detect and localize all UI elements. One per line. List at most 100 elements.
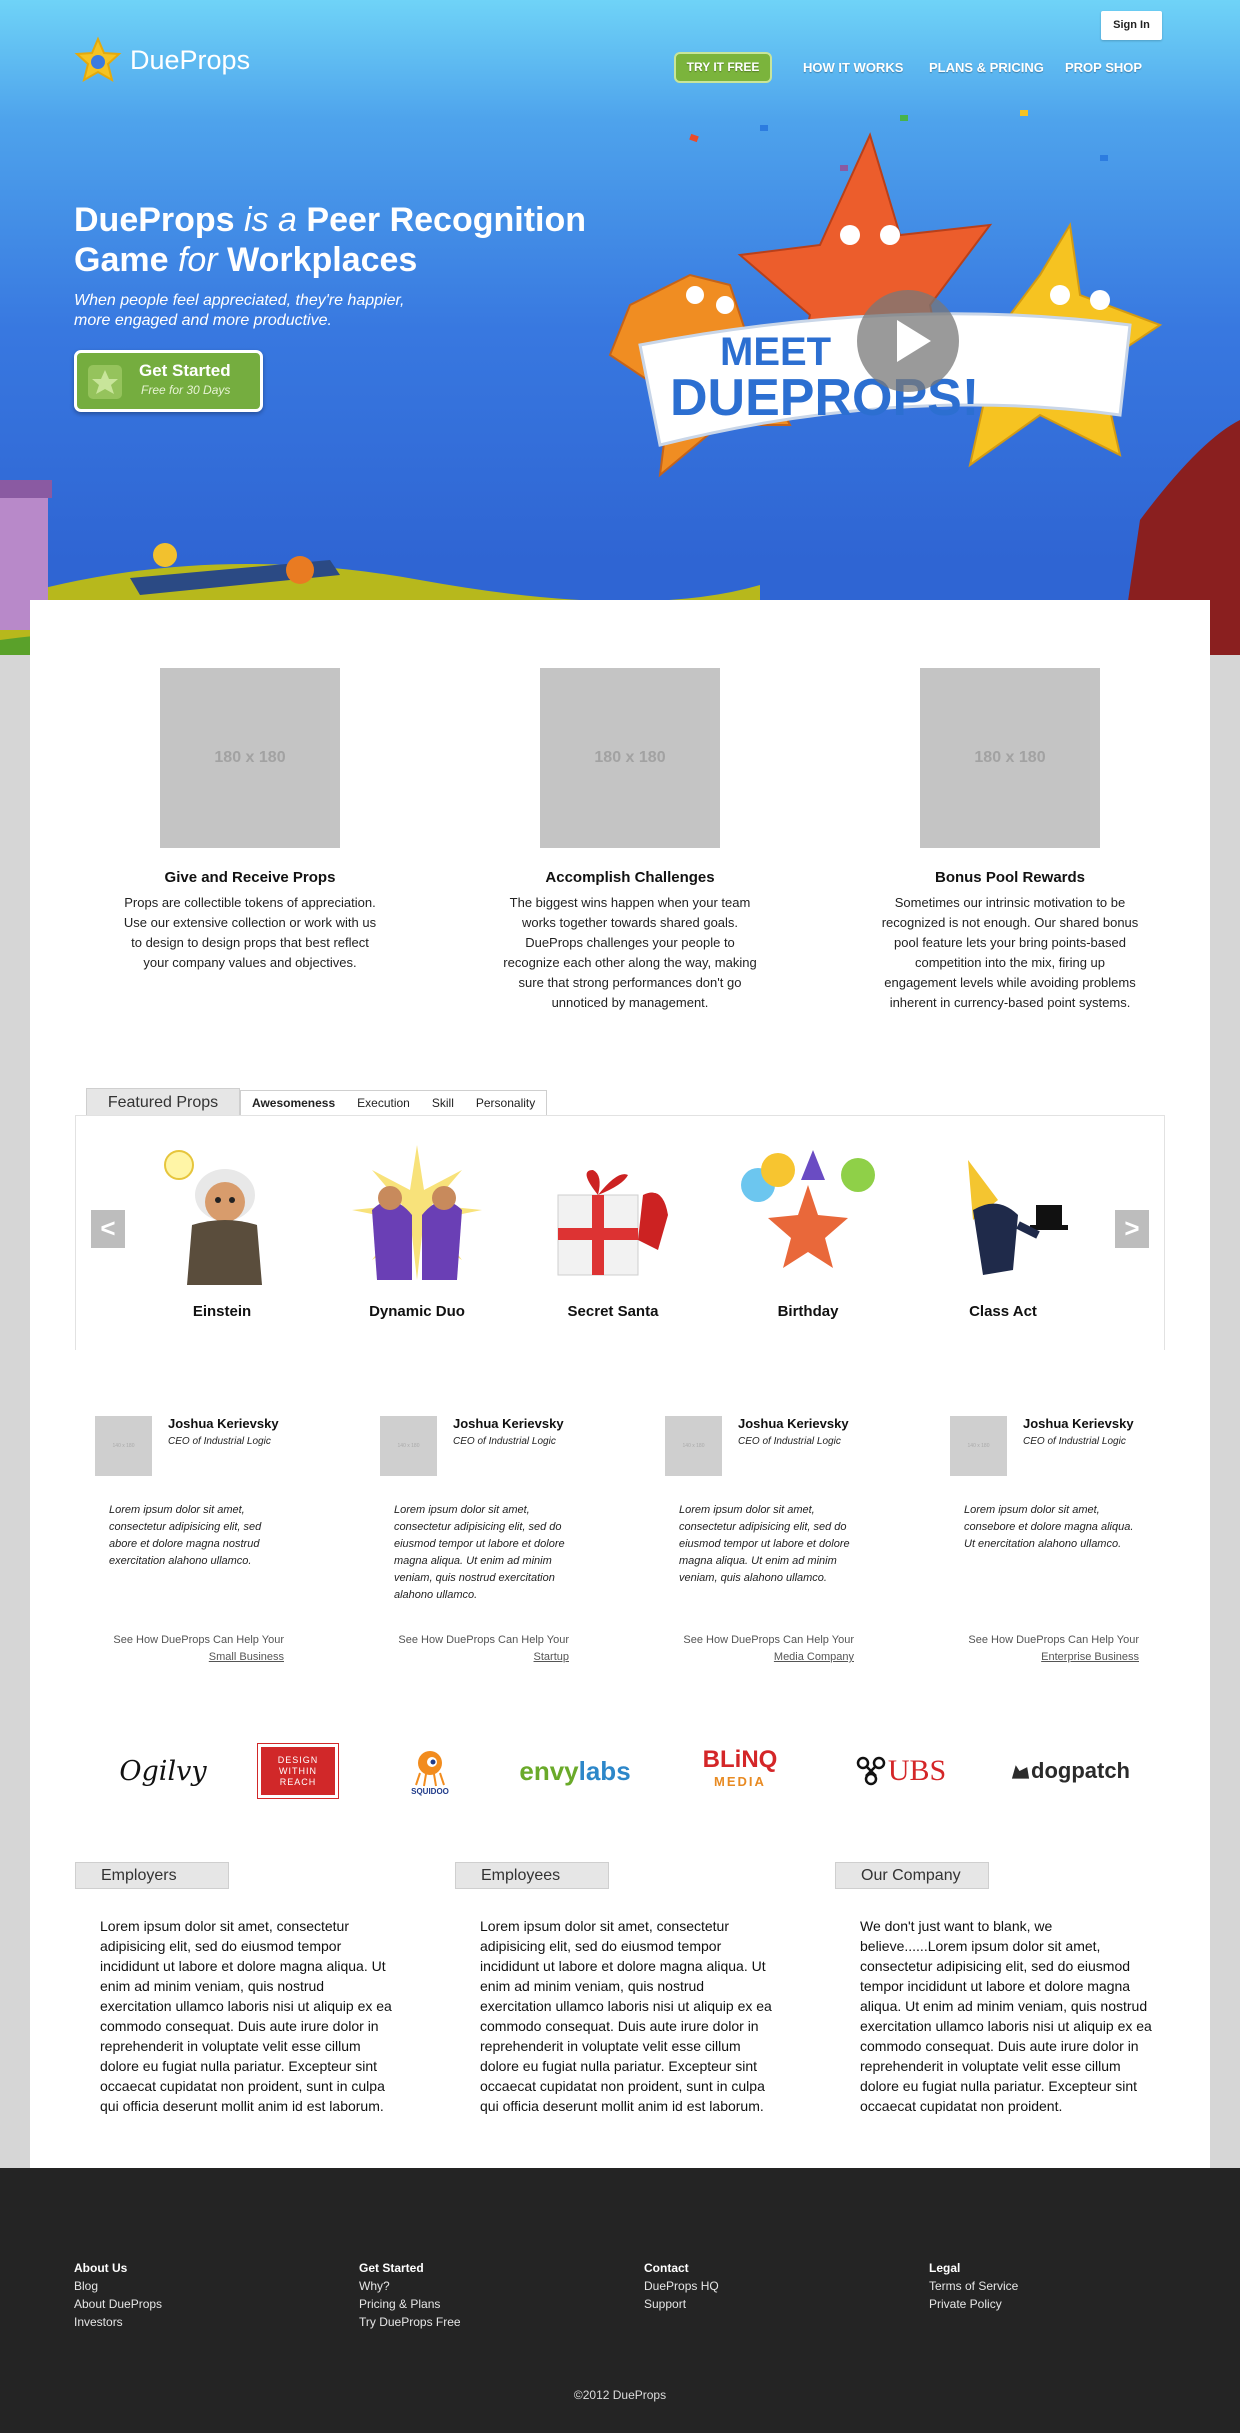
testimonial-quote: Lorem ipsum dolor sit amet, consectetur … <box>109 1504 262 1567</box>
testimonial-title: CEO of Industrial Logic <box>738 1436 841 1447</box>
banner-meet-text: MEET <box>720 330 831 374</box>
blinq-media-logo: BLiNQ MEDIA <box>685 1740 795 1802</box>
employers-column: Employers Lorem ipsum dolor sit amet, co… <box>75 1862 395 2116</box>
footer-heading: Get Started <box>359 2261 424 2275</box>
avatar: 140 x 180 <box>380 1416 437 1476</box>
dwr-line: REACH <box>279 1776 317 1787</box>
footer-link-support[interactable]: Support <box>644 2295 719 2313</box>
squidoo-wordmark: SQUIDOO <box>411 1786 449 1796</box>
testimonial-name: Joshua Kerievsky <box>1023 1416 1134 1431</box>
feature-image-placeholder: 180 x 180 <box>920 668 1100 848</box>
footer-column-get-started: Get Started Why? Pricing & Plans Try Due… <box>359 2259 461 2331</box>
prop-einstein[interactable]: Einstein <box>147 1140 297 1320</box>
testimonial-cta: See How DueProps Can Help Your Small Bus… <box>109 1632 284 1666</box>
hero-subheadline: When people feel appreciated, they're ha… <box>74 292 405 329</box>
dueprops-logo[interactable]: DueProps <box>74 36 250 84</box>
footer-link-about[interactable]: About DueProps <box>74 2295 162 2313</box>
footer-heading: About Us <box>74 2261 128 2275</box>
feature-text: Sometimes our intrinsic motivation to be… <box>881 895 1139 1010</box>
tab-skill[interactable]: Skill <box>421 1091 465 1115</box>
employers-heading: Employers <box>75 1862 229 1889</box>
avatar: 140 x 180 <box>95 1416 152 1476</box>
dwr-line: DESIGN <box>277 1754 319 1765</box>
prop-birthday[interactable]: Birthday <box>733 1140 883 1320</box>
get-started-title: Get Started <box>139 361 231 380</box>
site-footer: About Us Blog About DueProps Investors G… <box>0 2168 1240 2433</box>
our-company-column: Our Company We don't just want to blank,… <box>835 1862 1155 2116</box>
hero-section: Sign In DueProps TRY IT FREE HOW IT WORK… <box>0 0 1240 655</box>
footer-link-privacy[interactable]: Private Policy <box>929 2295 1018 2313</box>
dynamic-duo-prop-image <box>352 1145 482 1280</box>
ubs-wordmark: UBS <box>887 1754 947 1787</box>
design-within-reach-logo: DESIGN WITHIN REACH <box>257 1743 339 1799</box>
footer-heading: Contact <box>644 2261 689 2275</box>
our-company-text: We don't just want to blank, we believe.… <box>860 1918 1152 2114</box>
featured-props-heading: Featured Props <box>86 1088 240 1115</box>
prop-name: Secret Santa <box>567 1303 659 1320</box>
feature-text: Props are collectible tokens of apprecia… <box>123 895 377 970</box>
nav-try-it-free-button[interactable]: TRY IT FREE <box>674 52 772 83</box>
hero-headline: DueProps is a Peer Recognition Game for W… <box>74 200 634 280</box>
feature-accomplish-challenges: 180 x 180 Accomplish Challenges The bigg… <box>460 668 800 1013</box>
testimonial-name: Joshua Kerievsky <box>168 1416 279 1431</box>
nav-how-it-works[interactable]: HOW IT WORKS <box>803 60 903 75</box>
get-started-button[interactable]: Get Started Free for 30 Days <box>74 350 263 412</box>
headline-end: Workplaces <box>217 241 418 279</box>
main-content: 180 x 180 Give and Receive Props Props a… <box>30 600 1210 2220</box>
prop-class-act[interactable]: Class Act <box>928 1140 1078 1320</box>
headline-for: for <box>177 241 218 279</box>
feature-title: Bonus Pool Rewards <box>934 869 1086 886</box>
nav-plans-pricing[interactable]: PLANS & PRICING <box>929 60 1044 75</box>
cta-prefix: See How DueProps Can Help Your <box>683 1634 854 1646</box>
testimonial-name: Joshua Kerievsky <box>453 1416 564 1431</box>
our-company-heading: Our Company <box>835 1862 989 1889</box>
footer-link-terms[interactable]: Terms of Service <box>929 2277 1018 2295</box>
prop-dynamic-duo[interactable]: Dynamic Duo <box>342 1140 492 1320</box>
cta-link-small-business[interactable]: Small Business <box>209 1651 284 1663</box>
play-video-button[interactable] <box>857 290 959 392</box>
footer-column-contact: Contact DueProps HQ Support <box>644 2259 719 2313</box>
footer-link-investors[interactable]: Investors <box>74 2313 162 2331</box>
footer-heading: Legal <box>929 2261 961 2275</box>
secret-santa-prop-image <box>557 1170 668 1276</box>
cta-prefix: See How DueProps Can Help Your <box>113 1634 284 1646</box>
featured-props-tabs: Featured Props Awesomeness Execution Ski… <box>86 1088 548 1115</box>
footer-link-hq[interactable]: DueProps HQ <box>644 2277 719 2295</box>
dogpatch-labs-logo: dogpatch <box>1010 1740 1130 1802</box>
star-logo-icon <box>74 36 122 83</box>
cta-link-startup[interactable]: Startup <box>534 1651 569 1663</box>
tab-execution[interactable]: Execution <box>346 1091 421 1115</box>
prop-name: Dynamic Duo <box>369 1303 465 1320</box>
footer-link-try-free[interactable]: Try DueProps Free <box>359 2313 461 2331</box>
ubs-logo: UBS <box>845 1740 955 1802</box>
squidoo-logo: SQUIDOO <box>400 1740 460 1802</box>
nav-prop-shop[interactable]: PROP SHOP <box>1065 60 1142 75</box>
footer-link-why[interactable]: Why? <box>359 2277 461 2295</box>
tab-personality[interactable]: Personality <box>465 1091 546 1115</box>
sign-in-button[interactable]: Sign In <box>1101 11 1162 40</box>
carousel-prev-button[interactable]: < <box>91 1210 125 1248</box>
headline-mid: Peer Recognition <box>306 201 587 239</box>
play-icon <box>897 320 931 362</box>
logo-text: DueProps <box>130 44 251 75</box>
employees-text: Lorem ipsum dolor sit amet, consectetur … <box>480 1918 772 2114</box>
envylabs-logo: envy labs <box>519 1740 630 1802</box>
testimonial-cta: See How DueProps Can Help Your Media Com… <box>679 1632 854 1666</box>
cta-prefix: See How DueProps Can Help Your <box>968 1634 1139 1646</box>
carousel-next-button[interactable]: > <box>1115 1210 1149 1248</box>
footer-link-blog[interactable]: Blog <box>74 2277 162 2295</box>
footer-link-pricing[interactable]: Pricing & Plans <box>359 2295 461 2313</box>
headline-game: Game <box>74 241 178 279</box>
headline-is-a: is a <box>234 201 307 239</box>
tab-awesomeness[interactable]: Awesomeness <box>241 1091 346 1115</box>
testimonial-title: CEO of Industrial Logic <box>168 1436 271 1447</box>
prop-secret-santa[interactable]: Secret Santa <box>538 1140 688 1320</box>
squidoo-icon <box>415 1750 445 1786</box>
cta-link-media-company[interactable]: Media Company <box>774 1651 854 1663</box>
feature-title: Give and Receive Props <box>164 869 336 886</box>
avatar: 140 x 180 <box>950 1416 1007 1476</box>
feature-text: The biggest wins happen when your team w… <box>503 895 757 1010</box>
feature-title: Accomplish Challenges <box>545 869 715 886</box>
envy-wordmark: envy <box>519 1755 579 1786</box>
cta-link-enterprise-business[interactable]: Enterprise Business <box>1041 1651 1139 1663</box>
